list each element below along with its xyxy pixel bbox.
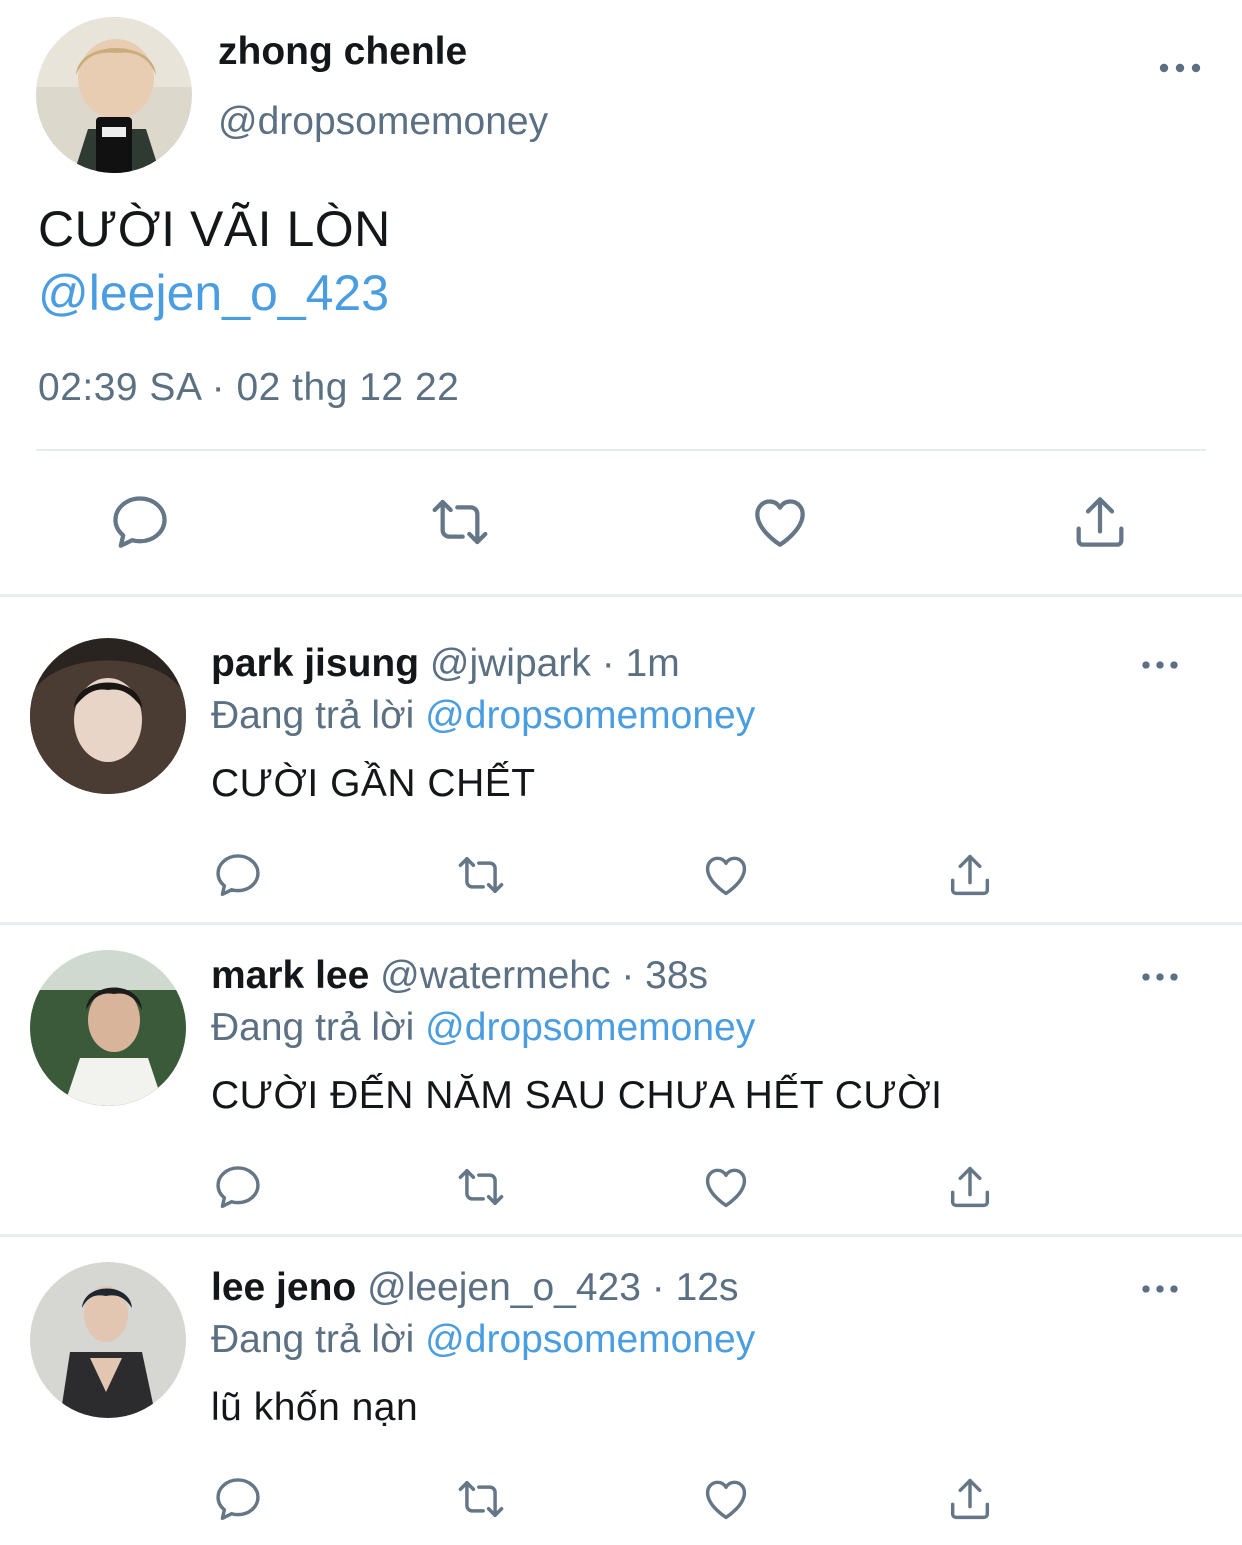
more-options-icon[interactable] xyxy=(1140,970,1180,984)
replying-to-mention[interactable]: @dropsomemoney xyxy=(425,1006,755,1049)
section-divider xyxy=(0,594,1242,597)
tweet-text: CƯỜI VÃI LÒN xyxy=(38,201,391,257)
more-options-icon[interactable] xyxy=(1140,1282,1180,1296)
reply-header: lee jeno @leejen_o_423 · 12s xyxy=(211,1266,738,1310)
share-icon[interactable] xyxy=(944,1161,996,1213)
share-icon[interactable] xyxy=(944,1473,996,1525)
like-icon[interactable] xyxy=(700,849,752,901)
retweet-icon[interactable] xyxy=(455,1473,507,1525)
retweet-icon[interactable] xyxy=(428,490,492,554)
reply-time: · 1m xyxy=(601,642,680,685)
reply-author-name[interactable]: lee jeno xyxy=(211,1266,356,1309)
replying-to-label: Đang trả lời xyxy=(211,694,415,737)
replying-to: Đang trả lời @dropsomemoney xyxy=(211,694,755,738)
retweet-icon[interactable] xyxy=(455,1161,507,1213)
divider xyxy=(36,449,1206,451)
like-icon[interactable] xyxy=(700,1161,752,1213)
tweet-mention-link[interactable]: @leejen_o_423 xyxy=(38,264,389,322)
reply-author-name[interactable]: park jisung xyxy=(211,642,419,685)
reply-header: park jisung @jwipark · 1m xyxy=(211,642,680,686)
reply-author-name[interactable]: mark lee xyxy=(211,954,369,997)
reply-author-handle[interactable]: @jwipark xyxy=(430,642,591,685)
reply-avatar[interactable] xyxy=(30,1262,186,1418)
replying-to: Đang trả lời @dropsomemoney xyxy=(211,1318,755,1362)
more-options-icon[interactable] xyxy=(1158,60,1202,76)
share-icon[interactable] xyxy=(1068,490,1132,554)
replying-to-label: Đang trả lời xyxy=(211,1318,415,1361)
reply-text: CƯỜI ĐẾN NĂM SAU CHƯA HẾT CƯỜI xyxy=(211,1074,943,1117)
reply-time: · 38s xyxy=(621,954,709,997)
reply-author-handle[interactable]: @leejen_o_423 xyxy=(367,1266,641,1309)
replying-to-label: Đang trả lời xyxy=(211,1006,415,1049)
reply-header: mark lee @watermehc · 38s xyxy=(211,954,708,998)
section-divider xyxy=(0,922,1242,925)
replying-to-mention[interactable]: @dropsomemoney xyxy=(425,694,755,737)
tweet-timestamp: 02:39 SA · 02 thg 12 22 xyxy=(38,366,460,409)
share-icon[interactable] xyxy=(944,849,996,901)
reply-icon[interactable] xyxy=(212,1161,264,1213)
reply-text: CƯỜI GẦN CHẾT xyxy=(211,762,536,805)
reply-icon[interactable] xyxy=(212,1473,264,1525)
author-avatar[interactable] xyxy=(36,17,192,173)
like-icon[interactable] xyxy=(748,490,812,554)
reply-author-handle[interactable]: @watermehc xyxy=(380,954,610,997)
author-name[interactable]: zhong chenle xyxy=(218,30,467,74)
reply-avatar[interactable] xyxy=(30,638,186,794)
more-options-icon[interactable] xyxy=(1140,658,1180,672)
reply-icon[interactable] xyxy=(212,849,264,901)
reply-text: lũ khốn nạn xyxy=(211,1386,419,1429)
author-handle[interactable]: @dropsomemoney xyxy=(218,100,548,144)
like-icon[interactable] xyxy=(700,1473,752,1525)
reply-time: · 12s xyxy=(651,1266,739,1309)
retweet-icon[interactable] xyxy=(455,849,507,901)
section-divider xyxy=(0,1234,1242,1237)
reply-icon[interactable] xyxy=(108,490,172,554)
reply-avatar[interactable] xyxy=(30,950,186,1106)
replying-to: Đang trả lời @dropsomemoney xyxy=(211,1006,755,1050)
replying-to-mention[interactable]: @dropsomemoney xyxy=(425,1318,755,1361)
